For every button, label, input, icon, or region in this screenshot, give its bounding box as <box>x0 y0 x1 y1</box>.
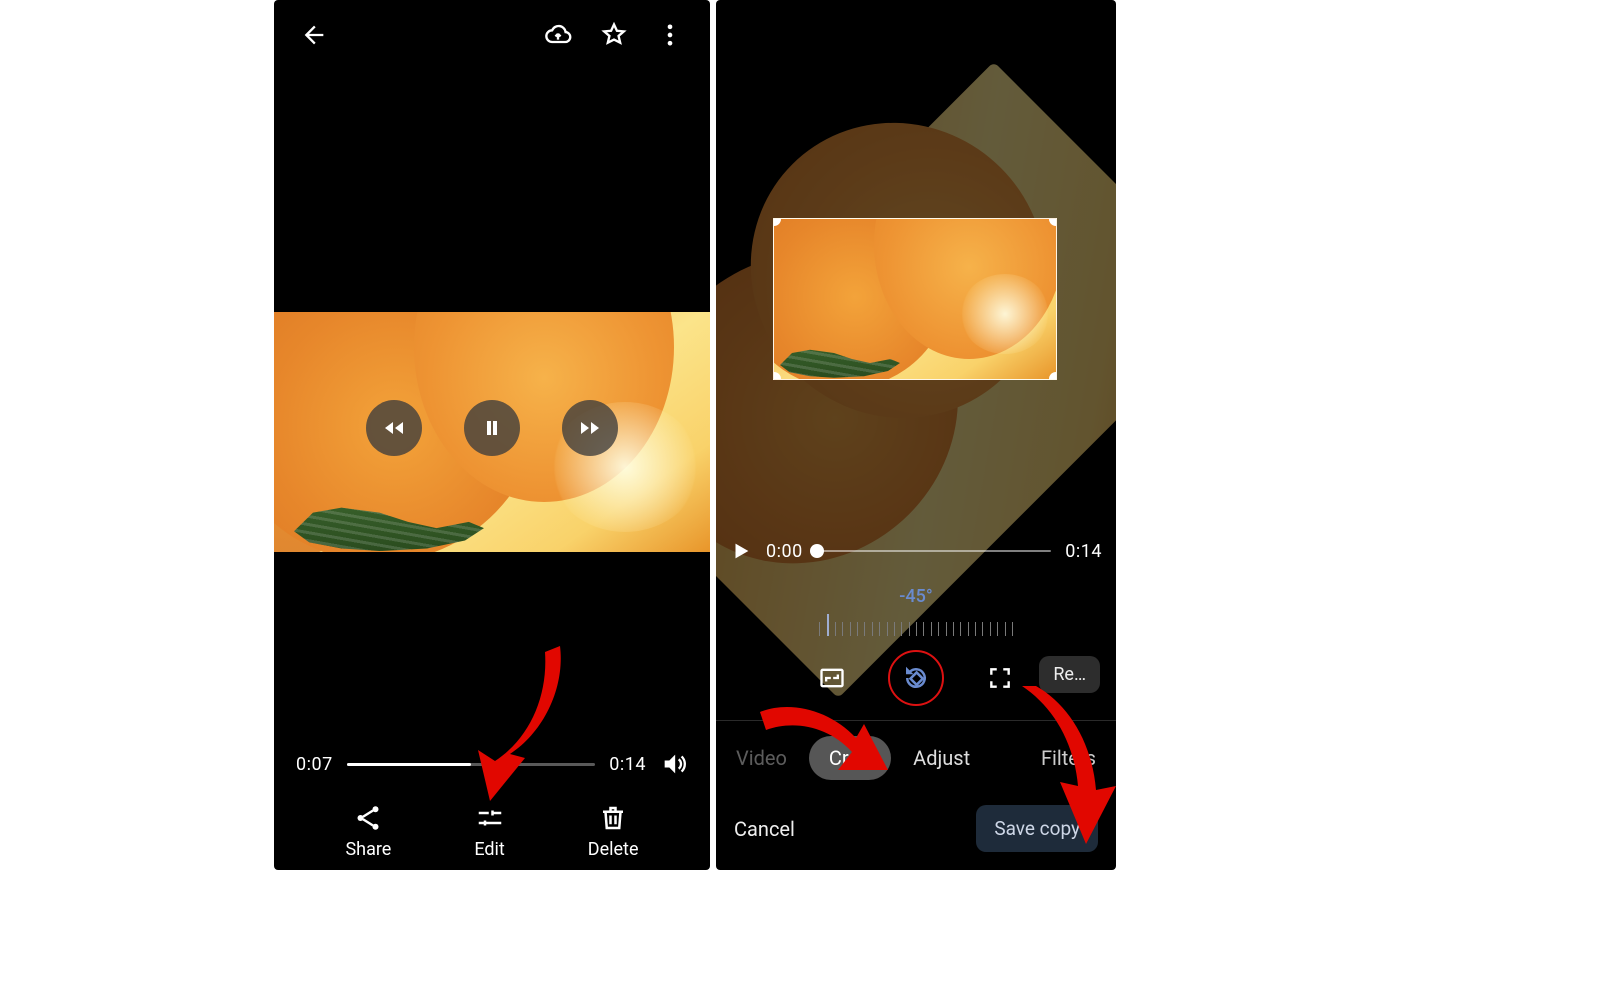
rotate-icon <box>901 663 931 693</box>
bottom-action-bar: Share Edit Delete <box>274 803 710 860</box>
aspect-ratio-icon <box>818 664 846 692</box>
expand-icon <box>987 665 1013 691</box>
phone-viewer: 0:07 0:14 Share Edit Delete <box>274 0 710 870</box>
editor-tabs: Video Crop Adjust Filters <box>716 736 1116 780</box>
forward-button[interactable] <box>562 400 618 456</box>
time-duration: 0:14 <box>609 754 646 775</box>
tab-adjust[interactable]: Adjust <box>913 746 970 770</box>
save-copy-button[interactable]: Save copy <box>976 805 1098 852</box>
scrubber-progress <box>347 763 471 766</box>
cloud-upload-icon <box>544 21 572 49</box>
crop-rectangle[interactable] <box>773 218 1057 380</box>
tab-filters[interactable]: Filters <box>1041 746 1096 770</box>
editor-playbar: 0:00 0:14 <box>730 540 1102 562</box>
star-outline-icon <box>600 21 628 49</box>
scrubber-track[interactable] <box>347 763 596 766</box>
fullscreen-crop-button[interactable] <box>976 654 1024 702</box>
phone-editor: 0:00 0:14 -45° Re… Video Crop Adjust <box>716 0 1116 870</box>
editor-time-duration: 0:14 <box>1065 541 1102 562</box>
pause-button[interactable] <box>464 400 520 456</box>
rotation-dial[interactable] <box>716 610 1116 636</box>
crop-handle-bottom-left[interactable] <box>773 372 781 380</box>
delete-label: Delete <box>588 839 639 860</box>
tab-crop[interactable]: Crop <box>809 736 891 780</box>
fast-forward-icon <box>578 416 602 440</box>
volume-icon[interactable] <box>660 750 688 778</box>
share-label: Share <box>345 839 391 860</box>
reset-button[interactable]: Re… <box>1039 656 1100 693</box>
cloud-upload-button[interactable] <box>538 15 578 55</box>
editor-scrubber-knob[interactable] <box>810 544 824 558</box>
edit-label: Edit <box>474 839 504 860</box>
divider <box>716 720 1116 721</box>
share-button[interactable]: Share <box>345 803 391 860</box>
app-bar <box>274 0 710 70</box>
rotate-button[interactable] <box>888 650 944 706</box>
time-current: 0:07 <box>296 754 333 775</box>
rewind-button[interactable] <box>366 400 422 456</box>
rotation-angle-label: -45° <box>716 586 1116 607</box>
play-icon[interactable] <box>730 540 752 562</box>
favorite-button[interactable] <box>594 15 634 55</box>
delete-button[interactable]: Delete <box>588 803 639 860</box>
crop-handle-bottom-right[interactable] <box>1049 372 1057 380</box>
tab-video[interactable]: Video <box>736 746 787 770</box>
rewind-icon <box>382 416 406 440</box>
editor-footer: Cancel Save copy <box>716 805 1116 852</box>
back-arrow-icon <box>300 21 328 49</box>
pause-icon <box>480 416 504 440</box>
trash-icon <box>598 803 628 833</box>
editor-scrubber-track[interactable] <box>817 550 1052 552</box>
cancel-button[interactable]: Cancel <box>734 817 795 841</box>
editor-time-current: 0:00 <box>766 541 803 562</box>
share-icon <box>353 803 383 833</box>
playback-controls <box>274 400 710 456</box>
overflow-menu-button[interactable] <box>650 15 690 55</box>
tune-icon <box>475 803 505 833</box>
scrubber-row: 0:07 0:14 <box>296 750 688 778</box>
aspect-ratio-button[interactable] <box>808 654 856 702</box>
edit-button[interactable]: Edit <box>474 803 504 860</box>
back-button[interactable] <box>294 15 334 55</box>
more-vert-icon <box>656 21 684 49</box>
